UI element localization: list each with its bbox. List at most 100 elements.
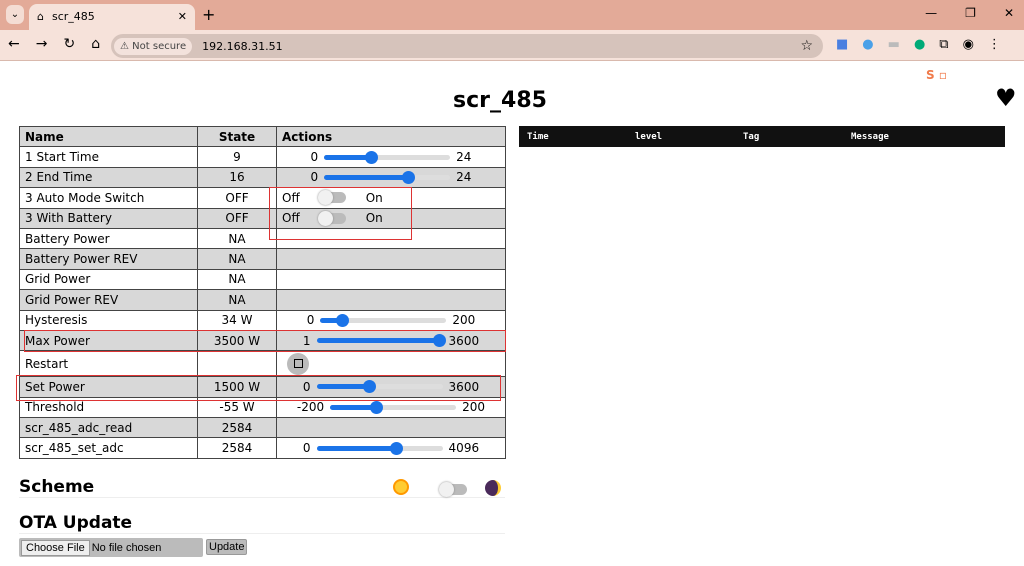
- slider-thumb[interactable]: [365, 150, 379, 164]
- row-state: 9: [197, 146, 277, 168]
- value-slider[interactable]: [324, 170, 451, 184]
- row-actions: [276, 268, 506, 291]
- row-actions: 0 24: [276, 166, 506, 189]
- row-actions: [276, 289, 506, 311]
- reload-icon[interactable]: ↻: [63, 36, 75, 52]
- tab-title: scr_485: [51, 10, 95, 23]
- slider-max: 200: [462, 400, 486, 415]
- home-icon: ⌂: [37, 10, 44, 23]
- slider-max: 24: [456, 170, 472, 185]
- value-slider[interactable]: [324, 150, 451, 164]
- menu-icon[interactable]: ⋮: [988, 37, 1001, 52]
- row-actions: [276, 350, 506, 378]
- browser-tab[interactable]: ⌂ scr_485 ✕: [29, 4, 195, 30]
- minimize-icon[interactable]: —: [925, 6, 937, 20]
- extension-icon[interactable]: ▬: [888, 37, 900, 52]
- forward-icon[interactable]: →: [36, 36, 48, 52]
- entities-table: Name State Actions 1 Start Time 9 0 24 2 End…: [19, 125, 506, 459]
- row-state: OFF: [197, 207, 277, 229]
- profile-avatar[interactable]: ◉: [963, 37, 974, 52]
- row-name: scr_485_adc_read: [19, 417, 198, 439]
- ota-title: OTA Update: [19, 513, 133, 533]
- restart-button[interactable]: [287, 352, 309, 375]
- header-name: Name: [19, 125, 198, 148]
- heart-icon[interactable]: ♥: [995, 84, 1017, 112]
- table-row: Grid Power REV NA: [19, 289, 506, 311]
- slider-max: 200: [452, 313, 476, 328]
- scheme-toggle[interactable]: [439, 482, 467, 497]
- address-bar[interactable]: ⚠ Not secure 192.168.31.51 ☆: [111, 34, 823, 58]
- home-button-icon[interactable]: ⌂: [91, 36, 100, 52]
- choose-file-button[interactable]: Choose File: [21, 539, 90, 556]
- file-status: No file chosen: [91, 541, 162, 554]
- maximize-icon[interactable]: ❐: [965, 6, 976, 20]
- grammarly-icon[interactable]: ●: [914, 37, 925, 52]
- back-icon[interactable]: ←: [8, 36, 20, 52]
- close-window-icon[interactable]: ✕: [1004, 6, 1014, 20]
- table-row: Battery Power NA: [19, 227, 506, 250]
- not-secure-badge[interactable]: ⚠ Not secure: [114, 37, 193, 55]
- row-state: NA: [197, 268, 277, 291]
- new-tab-button[interactable]: +: [202, 5, 215, 24]
- row-state: 2584: [197, 437, 277, 459]
- table-row: scr_485_set_adc 2584 0 4096: [19, 437, 506, 459]
- log-header-level: level: [635, 131, 663, 142]
- log-header-tag: Tag: [743, 131, 760, 142]
- bookmark-star-icon[interactable]: ☆: [800, 38, 813, 54]
- page-title: scr_485: [453, 88, 547, 113]
- scheme-section: Scheme: [19, 477, 505, 498]
- log-header-time: Time: [527, 131, 549, 142]
- row-state: [197, 350, 277, 378]
- slider-min: 0: [306, 313, 315, 328]
- table-row: Hysteresis 34 W 0 200: [19, 309, 506, 331]
- table-row: Battery Power REV NA: [19, 248, 506, 270]
- row-actions: [276, 417, 506, 439]
- value-slider[interactable]: [316, 441, 443, 455]
- slider-max: 24: [456, 150, 472, 165]
- value-slider[interactable]: [330, 400, 457, 414]
- table-row: 3 Auto Mode Switch OFF Off On: [19, 187, 506, 209]
- row-state: 16: [197, 166, 277, 189]
- row-state: OFF: [197, 187, 277, 209]
- row-name: Hysteresis: [19, 309, 198, 331]
- row-actions: 0 200: [276, 309, 506, 331]
- row-actions: 0 24: [276, 146, 506, 168]
- table-row: 2 End Time 16 0 24: [19, 166, 506, 189]
- ota-section: OTA Update: [19, 513, 505, 534]
- table-row: Grid Power NA: [19, 268, 506, 291]
- log-table-header: Time level Tag Message: [519, 126, 1005, 147]
- file-input[interactable]: Choose File No file chosen: [19, 538, 203, 557]
- row-name: Battery Power REV: [19, 248, 198, 270]
- row-name: 3 Auto Mode Switch: [19, 187, 198, 209]
- value-slider[interactable]: [320, 313, 447, 327]
- extension-logo-icon: S ▫: [926, 68, 947, 82]
- header-actions: Actions: [276, 125, 506, 148]
- row-state: NA: [197, 227, 277, 250]
- row-name: Restart: [19, 350, 198, 378]
- slider-thumb[interactable]: [335, 313, 349, 327]
- sun-icon: [393, 479, 409, 495]
- row-state: 34 W: [197, 309, 277, 331]
- highlight-box: [24, 330, 506, 352]
- slider-min: 0: [310, 170, 319, 185]
- row-name: 2 End Time: [19, 166, 198, 189]
- row-name: scr_485_set_adc: [19, 437, 198, 459]
- tab-search-button[interactable]: ⌄: [6, 5, 24, 24]
- row-actions: [276, 248, 506, 270]
- row-state: NA: [197, 289, 277, 311]
- slider-thumb[interactable]: [369, 400, 383, 414]
- extensions-puzzle-icon[interactable]: ⧉: [939, 37, 948, 52]
- table-row: Restart: [19, 350, 506, 378]
- slider-max: 4096: [448, 441, 480, 456]
- slider-thumb[interactable]: [390, 441, 404, 455]
- slider-min: -200: [296, 400, 325, 415]
- highlight-box: [16, 375, 501, 401]
- close-tab-icon[interactable]: ✕: [178, 10, 187, 24]
- scheme-title: Scheme: [19, 477, 95, 497]
- slider-thumb[interactable]: [402, 170, 416, 184]
- extension-icon[interactable]: ●: [862, 37, 873, 52]
- url-text: 192.168.31.51: [202, 39, 283, 53]
- translate-extension-icon[interactable]: ■: [836, 37, 848, 52]
- row-name: Grid Power REV: [19, 289, 198, 311]
- update-button[interactable]: Update: [206, 539, 248, 555]
